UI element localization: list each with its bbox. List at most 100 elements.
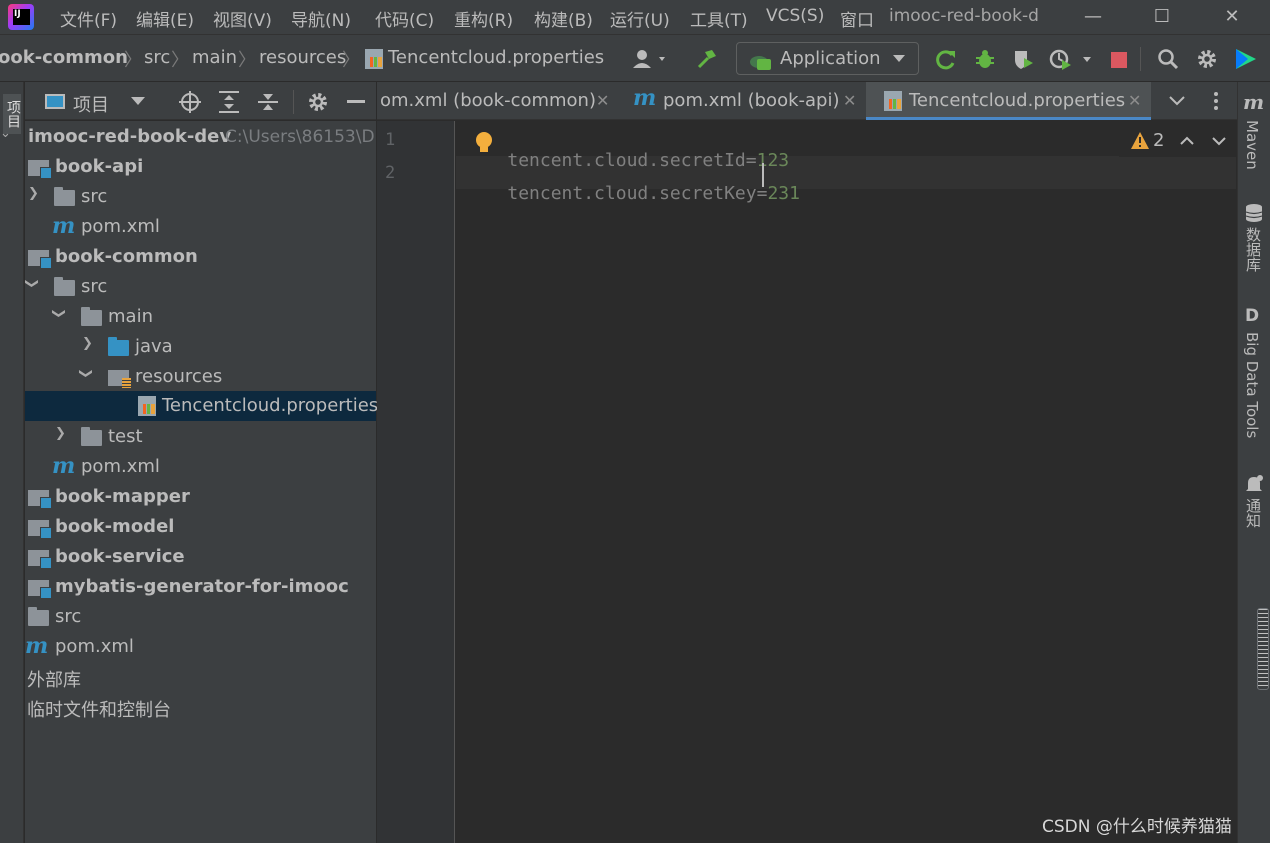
notifications-tool-tab[interactable]: 通知 [1243, 498, 1264, 528]
menu-navigate[interactable]: 导航(N) [291, 6, 351, 31]
breadcrumb-file[interactable]: Tencentcloud.properties [388, 47, 604, 68]
menu-refactor[interactable]: 重构(R) [454, 6, 513, 31]
tab-pom-book-api[interactable]: m pom.xml (book-api) ✕ [627, 82, 863, 120]
chevron-down-icon[interactable] [1169, 96, 1185, 106]
scroll-indicator[interactable] [1257, 608, 1269, 690]
tree-item-pom[interactable]: m pom.xml [25, 632, 376, 662]
menu-tools[interactable]: 工具(T) [690, 6, 748, 31]
header-divider [293, 90, 294, 114]
tree-item-label: src [81, 276, 108, 297]
chevron-down-icon[interactable]: ❯ [24, 278, 39, 289]
tree-item-src[interactable]: ❯ src [25, 182, 376, 212]
project-panel-title[interactable]: 项目 [73, 91, 109, 117]
folder-icon [54, 187, 75, 206]
inspection-widget[interactable]: 2 [1119, 127, 1236, 157]
chevron-right-icon[interactable]: ❯ [82, 336, 93, 351]
more-options-icon[interactable] [1213, 91, 1219, 111]
tab-label: Tencentcloud.properties [909, 90, 1126, 111]
tree-item-label: java [135, 336, 173, 357]
breadcrumb-resources[interactable]: resources [259, 47, 346, 68]
collapse-all-icon[interactable] [258, 91, 278, 113]
coverage-shield-icon[interactable] [1012, 48, 1034, 70]
tree-item-external-libraries[interactable]: 外部库 [25, 662, 376, 692]
tree-item-label: book-service [55, 546, 185, 567]
chevron-right-icon[interactable]: ❯ [55, 426, 66, 441]
close-icon[interactable]: ✕ [843, 91, 856, 110]
tree-item-book-model[interactable]: book-model [25, 512, 376, 542]
source-folder-icon [108, 337, 129, 356]
chevron-down-icon[interactable]: ❯ [78, 368, 93, 379]
expand-all-icon[interactable] [219, 91, 239, 113]
debug-bug-icon[interactable] [974, 48, 996, 70]
right-tool-strip: m Maven 数据库 D Big Data Tools 通知 [1237, 82, 1270, 843]
tree-root[interactable]: ⌄ imooc-red-book-dev C:\Users\86153\D [0, 122, 376, 152]
line-number-gutter[interactable]: 1 2 [377, 121, 455, 843]
property-key: tencent.cloud.secretKey= [507, 183, 768, 204]
menu-window[interactable]: 窗口 [840, 6, 878, 31]
close-icon[interactable]: ✕ [596, 91, 609, 110]
menu-code[interactable]: 代码(C) [375, 6, 434, 31]
breadcrumb-src[interactable]: src [144, 47, 170, 68]
property-value: 231 [767, 183, 800, 204]
tab-pom-book-common[interactable]: om.xml (book-common) ✕ [377, 82, 620, 120]
settings-gear-icon[interactable] [1196, 48, 1218, 70]
search-icon[interactable] [1157, 48, 1179, 70]
database-tool-tab[interactable]: 数据库 [1243, 227, 1264, 272]
locate-crosshair-icon[interactable] [179, 91, 201, 113]
tree-item-book-service[interactable]: book-service [25, 542, 376, 572]
menu-run[interactable]: 运行(U) [610, 6, 670, 31]
chevron-right-icon[interactable]: ❯ [28, 186, 39, 201]
stop-icon[interactable] [1111, 52, 1127, 68]
tree-item-book-mapper[interactable]: book-mapper [25, 482, 376, 512]
close-icon[interactable]: ✕ [1128, 91, 1141, 110]
warning-count: 2 [1153, 130, 1165, 151]
run-configuration-select[interactable]: Application [736, 42, 919, 75]
chevron-down-icon[interactable] [131, 97, 145, 106]
tree-item-src[interactable]: src [25, 602, 376, 632]
menu-build[interactable]: 构建(B) [534, 6, 593, 31]
tree-item-book-common[interactable]: book-common [25, 242, 376, 272]
profiler-icon[interactable] [1049, 48, 1097, 70]
menu-vcs[interactable]: VCS(S) [766, 6, 824, 26]
module-folder-icon [28, 250, 52, 269]
build-hammer-icon[interactable] [696, 48, 718, 70]
tree-item-mybatis-generator[interactable]: mybatis-generator-for-imooc [25, 572, 376, 602]
maximize-button[interactable]: ☐ [1147, 4, 1177, 30]
tree-item-test[interactable]: ❯ test [25, 422, 376, 452]
code-editor[interactable]: tencent.cloud.secretId=123 tencent.cloud… [456, 121, 1236, 843]
breadcrumb-main[interactable]: main [192, 47, 237, 68]
tree-item-label: src [81, 186, 108, 207]
big-data-tools-tab[interactable]: Big Data Tools [1243, 332, 1261, 438]
menu-view[interactable]: 视图(V) [213, 6, 272, 31]
tree-item-tencentcloud-properties[interactable]: Tencentcloud.properties [25, 391, 378, 421]
tree-item-main[interactable]: ❯ main [25, 302, 376, 332]
tree-item-pom[interactable]: m pom.xml [25, 212, 376, 242]
breadcrumb-module[interactable]: ook-common [0, 47, 128, 68]
intellij-logo-icon[interactable] [8, 4, 34, 30]
menu-edit[interactable]: 编辑(E) [136, 6, 194, 31]
tree-item-scratches[interactable]: 临时文件和控制台 [25, 692, 376, 722]
code-with-me-icon[interactable] [1234, 47, 1258, 71]
tree-item-java[interactable]: ❯ java [25, 332, 376, 362]
next-highlight-icon[interactable] [1212, 137, 1226, 146]
chevron-down-icon[interactable]: ⌄ [0, 126, 11, 141]
previous-highlight-icon[interactable] [1180, 136, 1194, 145]
hide-panel-icon[interactable] [347, 100, 365, 103]
maven-tool-tab[interactable]: Maven [1243, 120, 1261, 170]
maven-icon: m [1243, 90, 1265, 114]
tree-item-src[interactable]: ❯ src [24, 272, 376, 302]
menu-file[interactable]: 文件(F) [60, 6, 117, 31]
code-line-2[interactable]: tencent.cloud.secretKey=231 [464, 162, 800, 225]
tree-item-resources[interactable]: ❯ resources [25, 362, 376, 392]
tab-tencentcloud-properties[interactable]: Tencentcloud.properties ✕ [866, 82, 1151, 120]
tree-item-book-api[interactable]: book-api [25, 152, 376, 182]
close-window-button[interactable]: ✕ [1217, 4, 1247, 30]
minimize-button[interactable]: — [1078, 4, 1108, 30]
tree-item-pom[interactable]: m pom.xml [25, 452, 376, 482]
chevron-down-icon[interactable]: ❯ [51, 308, 66, 319]
lightbulb-icon[interactable] [475, 131, 493, 155]
user-account-icon[interactable] [632, 48, 672, 70]
tree-item-label: imooc-red-book-dev [28, 126, 232, 147]
rerun-icon[interactable] [935, 48, 957, 70]
settings-gear-icon[interactable] [307, 91, 329, 113]
